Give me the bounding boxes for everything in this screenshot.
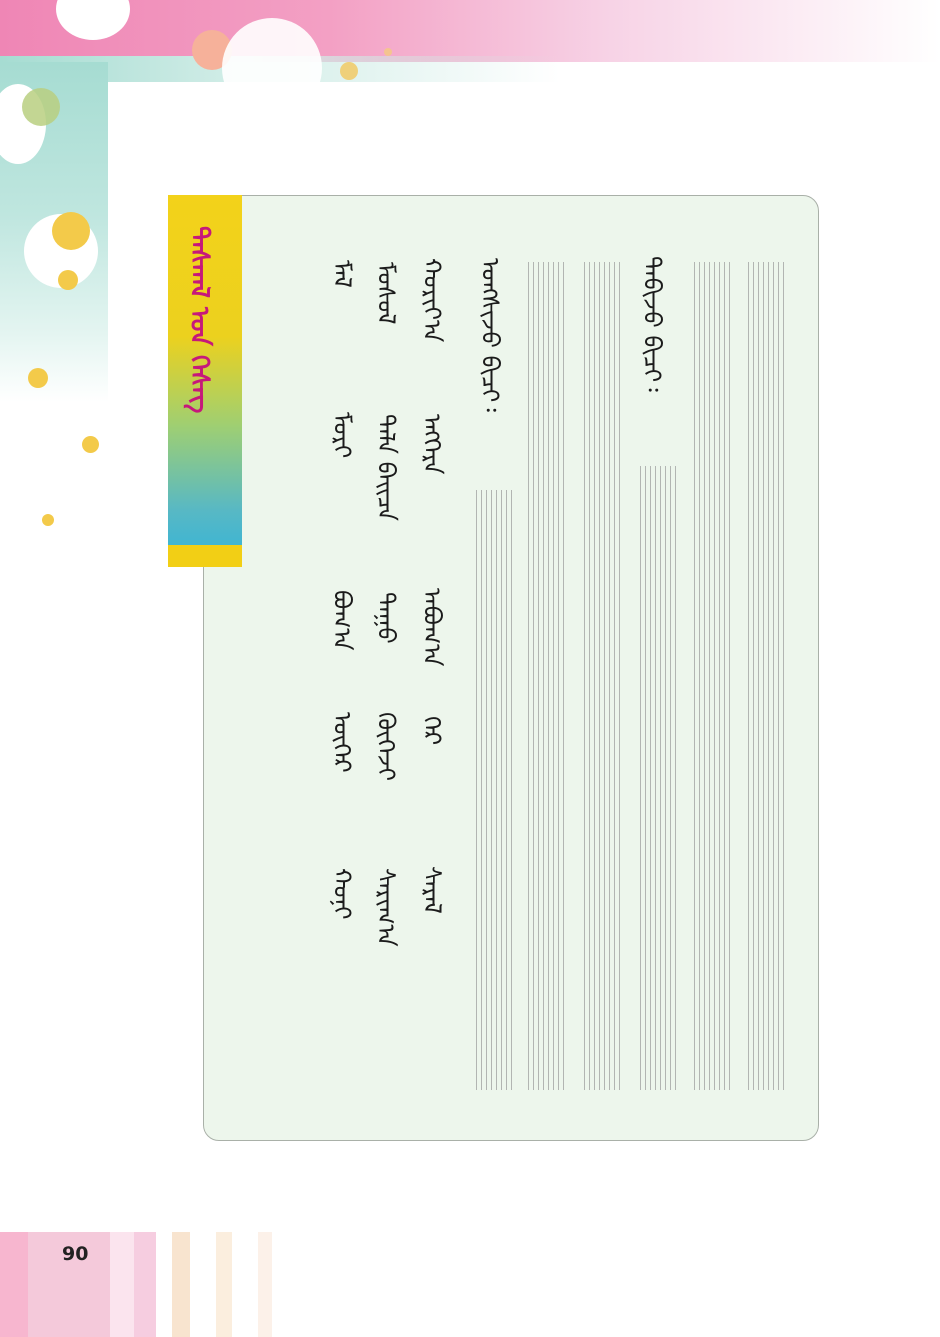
word-col3-4: ᠭᠡᠷ bbox=[418, 716, 446, 746]
instruction-text: ᠲᠠᠪᠢᠵᠤ ᠪᠢᠴᠢ᠄ bbox=[638, 256, 666, 392]
writing-column[interactable] bbox=[748, 262, 784, 1090]
decor-circle bbox=[22, 88, 60, 126]
banner-bottom-strip bbox=[168, 545, 242, 567]
word-col3-2: ᠡᠩᠬᠡᠷᠡ bbox=[418, 414, 446, 475]
word-col1-1: ᠮᠠᠯ bbox=[328, 260, 356, 288]
word-col1-3: ᠪᠣᠬ᠎ᠠ bbox=[328, 590, 356, 651]
word-col3-5: ᠰᠠᠷᠠᠯ bbox=[418, 866, 446, 914]
bottom-decor-stripes bbox=[0, 1232, 300, 1337]
decor-circle bbox=[384, 48, 392, 56]
decor-circle bbox=[82, 436, 99, 453]
word-col3-1: ᠬᠣᠷᠢᠶ᠎ᠠ bbox=[418, 258, 446, 343]
word-col3-3: ᠠᠪᠤᠭ᠎ᠠ bbox=[418, 588, 446, 667]
writing-column[interactable] bbox=[476, 490, 512, 1090]
word-col2-5: ᠰᠠᠷᠢᠭ᠎ᠠ bbox=[372, 868, 400, 947]
word-col1-5: ᠬᠣᠨᠢ bbox=[328, 868, 356, 920]
word-col2-3: ᠲᠠᠭᠤ bbox=[372, 592, 400, 644]
lesson-title: ᠳᠠᠰᠬᠠᠯ ᠤᠨ ᠬᠡᠰᠡᠭ bbox=[184, 226, 214, 414]
decor-circle bbox=[340, 62, 358, 80]
writing-column[interactable] bbox=[584, 262, 620, 1090]
word-col1-4: ᠦᠬᠡᠷ bbox=[328, 712, 356, 773]
decor-circle bbox=[222, 18, 322, 118]
writing-column[interactable] bbox=[694, 262, 730, 1090]
writing-column[interactable] bbox=[528, 262, 564, 1090]
decor-circle bbox=[52, 212, 90, 250]
decor-circle bbox=[42, 514, 54, 526]
word-col2-2: ᠲᠠᠯᠠ ᠪᠠᠢᠴᠠ bbox=[372, 414, 400, 521]
word-col1-2: ᠮᠣᠷᠢ bbox=[328, 412, 356, 459]
page-number: 90 bbox=[62, 1243, 89, 1265]
top-decor-band bbox=[0, 0, 940, 62]
word-col2-4: ᠬᠥᠬᠡᠵᠢ bbox=[372, 712, 400, 782]
decor-circle bbox=[58, 270, 78, 290]
writing-column[interactable] bbox=[640, 466, 676, 1090]
word-col2-1: ᠮᠣᠰᠣᠯ bbox=[372, 262, 400, 325]
instruction-text: ᠤᠩᠰᠢᠵᠤ ᠪᠢᠴᠢ᠄ bbox=[476, 258, 504, 412]
decor-circle bbox=[28, 368, 48, 388]
